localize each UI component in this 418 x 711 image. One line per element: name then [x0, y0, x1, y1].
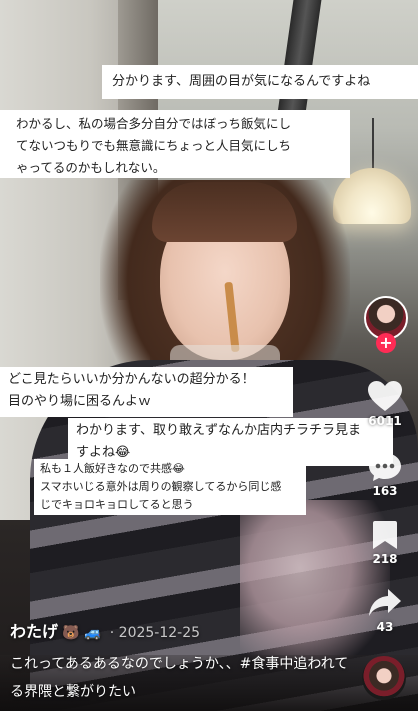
comment-line: てないつもりでも無意識にちょっと人目気にしち: [16, 138, 292, 153]
person-bangs: [152, 182, 297, 242]
video-caption[interactable]: これってあるあるなのでしょうか、、#食事中追われてる界隈と繋がりたい: [10, 650, 355, 706]
comment-line: スマホいじる意外は周りの観察してるから同じ感: [40, 480, 282, 493]
video-feed-screen: 分かります、周囲の目が気になるんですよね わかるし、私の場合多分自分ではぼっち飯…: [0, 0, 418, 711]
comment-button[interactable]: 163: [362, 452, 408, 498]
comment-line: わかるし、私の場合多分自分ではぼっち飯気にし: [16, 116, 292, 131]
comment-line: わかります、取り敢えずなんか店内チラチラ見ま: [76, 423, 361, 438]
post-date: · 2025-12-25: [109, 625, 201, 641]
save-count: 218: [372, 552, 398, 566]
plus-icon: +: [379, 333, 393, 352]
comment-line: どこ見たらいいか分かんないの超分かる！: [8, 372, 255, 387]
share-count: 43: [376, 620, 394, 634]
comment-line: ゃってるのかもしれない。: [16, 160, 166, 175]
like-count: 6011: [368, 414, 402, 428]
comment-bubble: どこ見たらいいか分かんないの超分かる！ 目のやり場に困るんよｗ: [0, 367, 293, 417]
author-emojis: 🐻 🚙: [62, 625, 102, 641]
comment-line: 分かります、周囲の目が気になるんですよね: [112, 74, 371, 89]
save-button[interactable]: 218: [362, 520, 408, 566]
heart-icon: [368, 381, 402, 411]
comment-bubble: 私も１人飯好きなので共感😂 スマホいじる意外は周りの観察してるから同じ感 じでキ…: [34, 459, 306, 515]
share-button[interactable]: 43: [362, 588, 408, 634]
comment-line: じでキョロキョロしてると思う: [40, 498, 194, 511]
like-button[interactable]: 6011: [362, 380, 408, 428]
comment-line: 私も１人飯好きなので共感😂: [40, 462, 185, 475]
music-disc-avatar[interactable]: [362, 656, 406, 700]
author-line: わたげ 🐻 🚙 · 2025-12-25: [10, 618, 200, 642]
bookmark-icon: [373, 521, 397, 549]
comment-line: 目のやり場に困るんよｗ: [8, 394, 152, 409]
comment-count: 163: [372, 484, 398, 498]
follow-button[interactable]: +: [376, 333, 396, 353]
comment-bubble-icon: [369, 453, 401, 481]
comment-bubble: 分かります、周囲の目が気になるんですよね: [102, 65, 418, 99]
background-beam: [276, 0, 322, 120]
comment-bubble: わかるし、私の場合多分自分ではぼっち飯気にし てないつもりでも無意識にちょっと人…: [0, 110, 350, 178]
author-name[interactable]: わたげ: [10, 622, 58, 641]
share-arrow-icon: [369, 589, 401, 616]
